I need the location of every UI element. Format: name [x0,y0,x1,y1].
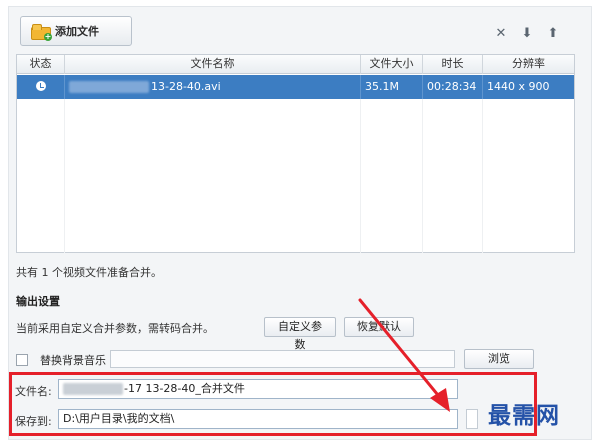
row-filename: 13-28-40.avi [65,75,361,99]
highlight-box [9,372,537,436]
add-file-label: 添加文件 [55,25,99,38]
music-file-field[interactable] [110,350,455,368]
header-filename[interactable]: 文件名称 [65,55,361,74]
clear-icon[interactable]: ✕ [494,26,508,41]
summary-text: 共有 1 个视频文件准备合并。 [16,266,162,279]
move-down-icon[interactable]: ⬇ [520,26,534,41]
redacted-name [69,81,149,93]
move-up-icon[interactable]: ⬆ [546,26,560,41]
list-toolbar: ✕ ⬇ ⬆ [494,26,560,41]
restore-default-button[interactable]: 恢复默认 [344,317,414,337]
table-empty-area [17,99,574,253]
add-file-button[interactable]: + 添加文件 [20,16,132,46]
watermark-logo: 最需网 [488,402,560,429]
folder-add-icon: + [31,24,52,41]
file-table: 状态 文件名称 文件大小 时长 分辨率 13-28-40.avi 35.1M 0… [16,54,575,253]
table-header: 状态 文件名称 文件大小 时长 分辨率 [17,55,574,74]
replace-music-checkbox[interactable] [16,354,28,366]
header-filesize[interactable]: 文件大小 [361,55,423,74]
replace-music-row: 替换背景音乐 [16,352,106,368]
row-status [17,75,65,99]
header-duration[interactable]: 时长 [423,55,483,74]
play-circle-icon [35,81,46,91]
header-resolution[interactable]: 分辨率 [483,55,574,74]
browse-button[interactable]: 浏览 [464,349,534,369]
row-filesize: 35.1M [361,75,423,99]
table-row[interactable]: 13-28-40.avi 35.1M 00:28:34 1440 x 900 [17,75,574,99]
custom-params-note: 当前采用自定义合并参数，需转码合并。 [16,322,214,335]
row-duration: 00:28:34 [423,75,483,99]
replace-music-label: 替换背景音乐 [40,354,106,367]
header-status[interactable]: 状态 [17,55,65,74]
output-section-title: 输出设置 [16,295,60,308]
row-filename-text: 13-28-40.avi [151,80,221,93]
row-resolution: 1440 x 900 [487,80,550,93]
custom-params-button[interactable]: 自定义参数 [264,317,336,351]
